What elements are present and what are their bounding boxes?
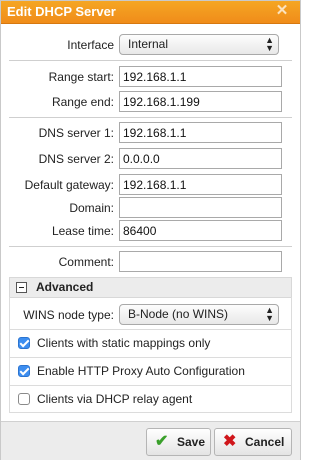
wins-select[interactable]: B-Node (no WINS) ▲ ▼	[119, 304, 279, 325]
advanced-section-header[interactable]: Advanced	[9, 277, 292, 298]
range-end-row: Range end:	[1, 89, 300, 115]
range-start-label: Range start:	[48, 70, 114, 84]
range-end-input[interactable]	[119, 91, 282, 112]
static-mappings-option[interactable]: Clients with static mappings only	[9, 329, 292, 356]
range-end-label: Range end:	[51, 95, 114, 109]
relay-agent-label: Clients via DHCP relay agent	[37, 392, 193, 406]
close-icon[interactable]: ✕	[274, 3, 290, 19]
save-button[interactable]: ✔ Save	[146, 428, 211, 456]
proxy-auto-config-label: Enable HTTP Proxy Auto Configuration	[37, 364, 245, 378]
lease-label: Lease time:	[51, 224, 114, 238]
interface-row: Interface Internal ▲ ▼	[1, 32, 300, 58]
comment-row: Comment:	[1, 249, 300, 275]
dialog-title: Edit DHCP Server	[7, 4, 116, 19]
wins-value: B-Node (no WINS)	[128, 307, 229, 321]
select-arrows-icon: ▲ ▼	[265, 305, 274, 323]
lease-row: Lease time:	[1, 218, 300, 244]
cancel-button[interactable]: ✖ Cancel	[214, 428, 292, 456]
wins-row: WINS node type: B-Node (no WINS) ▲ ▼	[1, 302, 300, 328]
button-bar: ✔ Save ✖ Cancel	[1, 421, 300, 460]
range-start-row: Range start:	[1, 64, 300, 90]
title-bar[interactable]: Edit DHCP Server ✕	[1, 1, 300, 24]
save-label: Save	[177, 435, 206, 449]
dns1-label: DNS server 1:	[38, 126, 114, 140]
static-mappings-label: Clients with static mappings only	[37, 336, 211, 350]
dns1-input[interactable]	[119, 122, 282, 143]
interface-value: Internal	[128, 37, 169, 51]
collapse-icon[interactable]	[16, 282, 27, 293]
gateway-input[interactable]	[119, 174, 282, 195]
checkmark-icon: ✔	[155, 433, 169, 450]
interface-select[interactable]: Internal ▲ ▼	[119, 34, 279, 55]
lease-input[interactable]	[119, 220, 282, 241]
relay-agent-option[interactable]: Clients via DHCP relay agent	[9, 385, 292, 412]
proxy-auto-config-option[interactable]: Enable HTTP Proxy Auto Configuration	[9, 357, 292, 384]
static-mappings-checkbox[interactable]	[18, 337, 30, 349]
wins-label: WINS node type:	[23, 308, 114, 322]
comment-label: Comment:	[58, 255, 114, 269]
range-start-input[interactable]	[119, 66, 282, 87]
dns2-label: DNS server 2:	[38, 152, 114, 166]
divider	[9, 117, 292, 118]
advanced-title: Advanced	[36, 280, 94, 294]
dns2-row: DNS server 2:	[1, 146, 300, 172]
domain-input[interactable]	[119, 197, 282, 218]
x-icon: ✖	[223, 433, 237, 450]
select-arrows-icon: ▲ ▼	[265, 35, 274, 53]
proxy-auto-config-checkbox[interactable]	[18, 365, 30, 377]
divider	[9, 60, 292, 61]
dns1-row: DNS server 1:	[1, 120, 300, 146]
relay-agent-checkbox[interactable]	[18, 393, 30, 405]
interface-label: Interface	[67, 38, 114, 52]
comment-input[interactable]	[119, 251, 282, 272]
cancel-label: Cancel	[245, 435, 285, 449]
edit-dhcp-dialog: Edit DHCP Server ✕ Interface Internal ▲ ▼…	[0, 0, 301, 460]
dns2-input[interactable]	[119, 148, 282, 169]
divider	[9, 246, 292, 247]
